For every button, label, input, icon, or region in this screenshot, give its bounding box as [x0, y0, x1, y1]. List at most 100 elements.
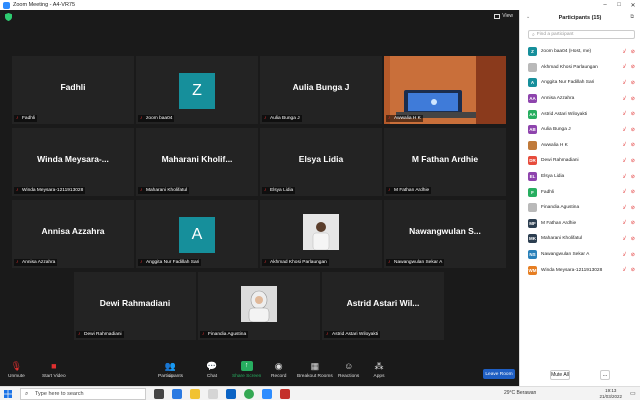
taskbar-clock[interactable]: 19:13 21/03/2022	[599, 388, 622, 400]
mic-muted-icon: ♪	[326, 331, 329, 337]
tile-label-text: zoom baa04	[146, 116, 173, 121]
video-tile[interactable]: ♪ Finandia Agustina	[198, 272, 320, 340]
video-off-icon[interactable]: ⊘	[631, 174, 635, 180]
participant-row[interactable]: DR Dewi Rahmadiani ♪̸ ⊘	[520, 153, 640, 169]
participant-row[interactable]: F Fadhli ♪̸ ⊘	[520, 184, 640, 200]
mic-muted-icon[interactable]: ♪̸	[623, 64, 626, 70]
participant-row[interactable]: AB Aulia Bunga J ♪̸ ⊘	[520, 122, 640, 138]
video-off-icon[interactable]: ⊘	[631, 267, 635, 273]
mic-muted-icon[interactable]: ♪̸	[623, 49, 626, 55]
video-off-icon[interactable]: ⊘	[631, 111, 635, 117]
notifications-icon[interactable]: ▭	[630, 390, 636, 397]
breakout-rooms-button[interactable]: ▦ Breakout Rooms	[297, 361, 333, 379]
participant-row[interactable]: NS Nawangwulan Sekar A ♪̸ ⊘	[520, 247, 640, 263]
start-video-button[interactable]: ■ Start Video	[42, 361, 66, 379]
video-tile[interactable]: Dewi Rahmadiani ♪ Dewi Rahmadiani	[74, 272, 196, 340]
edge-icon[interactable]	[172, 389, 182, 399]
mic-muted-icon[interactable]: ♪̸	[623, 158, 626, 164]
video-tile[interactable]: M Fathan Ardhie ♪ M Fathan Ardhie	[384, 128, 506, 196]
participant-row[interactable]: Akhmad Khosi Parlaungan ♪̸ ⊘	[520, 60, 640, 76]
participant-row[interactable]: EL Elsya Lidia ♪̸ ⊘	[520, 169, 640, 185]
share-screen-button[interactable]: ↑ Share Screen	[232, 361, 261, 379]
participant-row[interactable]: Awwalia H K ♪̸ ⊘	[520, 138, 640, 154]
chat-button[interactable]: 💬 Chat	[206, 361, 218, 379]
video-tile[interactable]: Annisa Azzahra ♪ Annisa Azzahra	[12, 200, 134, 268]
apps-button[interactable]: ⁂ Apps	[373, 361, 385, 379]
tile-label: ♪ Nawangwulan Sekar A	[386, 259, 445, 266]
video-off-icon[interactable]: ⊘	[631, 64, 635, 70]
mic-muted-icon[interactable]: ♪̸	[623, 96, 626, 102]
mic-muted-icon[interactable]: ♪̸	[623, 252, 626, 258]
chrome-icon[interactable]	[244, 389, 254, 399]
mic-muted-icon[interactable]: ♪̸	[623, 111, 626, 117]
tile-label-text: Elsya Lidia	[270, 188, 294, 193]
video-off-icon[interactable]: ⊘	[631, 236, 635, 242]
video-off-icon[interactable]: ⊘	[631, 205, 635, 211]
video-off-icon[interactable]: ⊘	[631, 49, 635, 55]
close-icon[interactable]: ✕	[626, 0, 640, 10]
minimize-icon[interactable]: –	[598, 0, 612, 10]
mic-muted-icon[interactable]: ♪̸	[623, 127, 626, 133]
record-button[interactable]: ◉ Record	[271, 361, 286, 379]
video-tile[interactable]: ♪ Akhmad Khosi Parlaungan	[260, 200, 382, 268]
video-off-icon[interactable]: ⊘	[631, 189, 635, 195]
mic-muted-icon[interactable]: ♪̸	[623, 80, 626, 86]
clock-date: 21/03/2022	[599, 394, 622, 399]
mic-muted-icon[interactable]: ♪̸	[623, 205, 626, 211]
video-tile[interactable]: A ♪ Anggita Nur Fadillah Sari	[136, 200, 258, 268]
mic-muted-icon[interactable]: ♪̸	[623, 220, 626, 226]
windows-start-icon[interactable]	[4, 390, 12, 398]
maximize-icon[interactable]: □	[612, 0, 626, 10]
participant-row[interactable]: WM Winda Meysara-1211913028 ♪̸ ⊘	[520, 262, 640, 278]
taskbar-search-input[interactable]: ⌕ Type here to search	[20, 388, 146, 400]
participant-row[interactable]: MF M Fathan Ardhie ♪̸ ⊘	[520, 216, 640, 232]
participant-name: Anggita Nur Fadillah Sari	[541, 80, 595, 86]
video-off-icon[interactable]: ⊘	[631, 96, 635, 102]
popout-icon[interactable]: ⧉	[630, 14, 634, 20]
more-options-button[interactable]: ...	[600, 370, 610, 380]
participant-search-input[interactable]: ⌕ Find a participant	[528, 30, 635, 39]
video-off-icon[interactable]: ⊘	[631, 220, 635, 226]
participants-button[interactable]: 👥15 Participants	[158, 361, 183, 379]
zoom-taskbar-icon[interactable]	[262, 389, 272, 399]
participant-row[interactable]: Finandia Agustina ♪̸ ⊘	[520, 200, 640, 216]
participant-row[interactable]: Zzoom baa04 (Host, me) ♪̸ ⊘	[520, 44, 640, 60]
video-tile[interactable]: Maharani Kholif... ♪ Maharani Kholifatul	[136, 128, 258, 196]
participant-row[interactable]: A Anggita Nur Fadillah Sari ♪̸ ⊘	[520, 75, 640, 91]
tile-label: ♪ Annisa Azzahra	[14, 259, 58, 266]
video-off-icon[interactable]: ⊘	[631, 80, 635, 86]
mic-muted-icon[interactable]: ♪̸	[623, 236, 626, 242]
video-tile[interactable]: Fadhli ♪ Fadhli	[12, 56, 134, 124]
mail-icon[interactable]	[226, 389, 236, 399]
video-tile[interactable]: Winda Meysara-... ♪ Winda Meysara-1211913…	[12, 128, 134, 196]
mic-muted-icon[interactable]: ♪̸	[623, 267, 626, 273]
participant-row[interactable]: MK Maharani Kholifatul ♪̸ ⊘	[520, 231, 640, 247]
video-off-icon[interactable]: ⊘	[631, 158, 635, 164]
participant-row[interactable]: AA Annisa Azzahra ♪̸ ⊘	[520, 91, 640, 107]
view-button[interactable]: View	[494, 13, 513, 19]
file-explorer-icon[interactable]	[190, 389, 200, 399]
video-off-icon[interactable]: ⊘	[631, 252, 635, 258]
participant-row[interactable]: AA Astrid Astari Wiloyakti ♪̸ ⊘	[520, 106, 640, 122]
store-icon[interactable]	[208, 389, 218, 399]
video-tile[interactable]: Aulia Bunga J ♪ Aulia Bunga J	[260, 56, 382, 124]
window-title: Zoom Meeting - A4-VR75	[13, 2, 76, 8]
mic-muted-icon[interactable]: ♪̸	[623, 174, 626, 180]
video-tile[interactable]: ♪ Awwalia H K	[384, 56, 506, 124]
video-tile[interactable]: Z ♪ zoom baa04	[136, 56, 258, 124]
app-icon[interactable]	[280, 389, 290, 399]
task-view-icon[interactable]	[154, 389, 164, 399]
weather-widget[interactable]: 29°C Berawan	[504, 390, 536, 396]
video-off-icon[interactable]: ⊘	[631, 127, 635, 133]
shield-icon[interactable]	[5, 13, 12, 21]
mic-muted-icon[interactable]: ♪̸	[623, 142, 626, 148]
leave-room-button[interactable]: Leave Room	[483, 369, 515, 379]
mute-all-button[interactable]: Mute All	[550, 370, 570, 380]
video-off-icon[interactable]: ⊘	[631, 142, 635, 148]
reactions-button[interactable]: ☺ Reactions	[338, 361, 359, 379]
video-tile[interactable]: Nawangwulan S... ♪ Nawangwulan Sekar A	[384, 200, 506, 268]
mic-muted-icon[interactable]: ♪̸	[623, 189, 626, 195]
unmute-button[interactable]: 🎙 Unmute	[8, 361, 25, 379]
video-tile[interactable]: Elsya Lidia ♪ Elsya Lidia	[260, 128, 382, 196]
video-tile[interactable]: Astrid Astari Wil... ♪ Astrid Astari Wilo…	[322, 272, 444, 340]
